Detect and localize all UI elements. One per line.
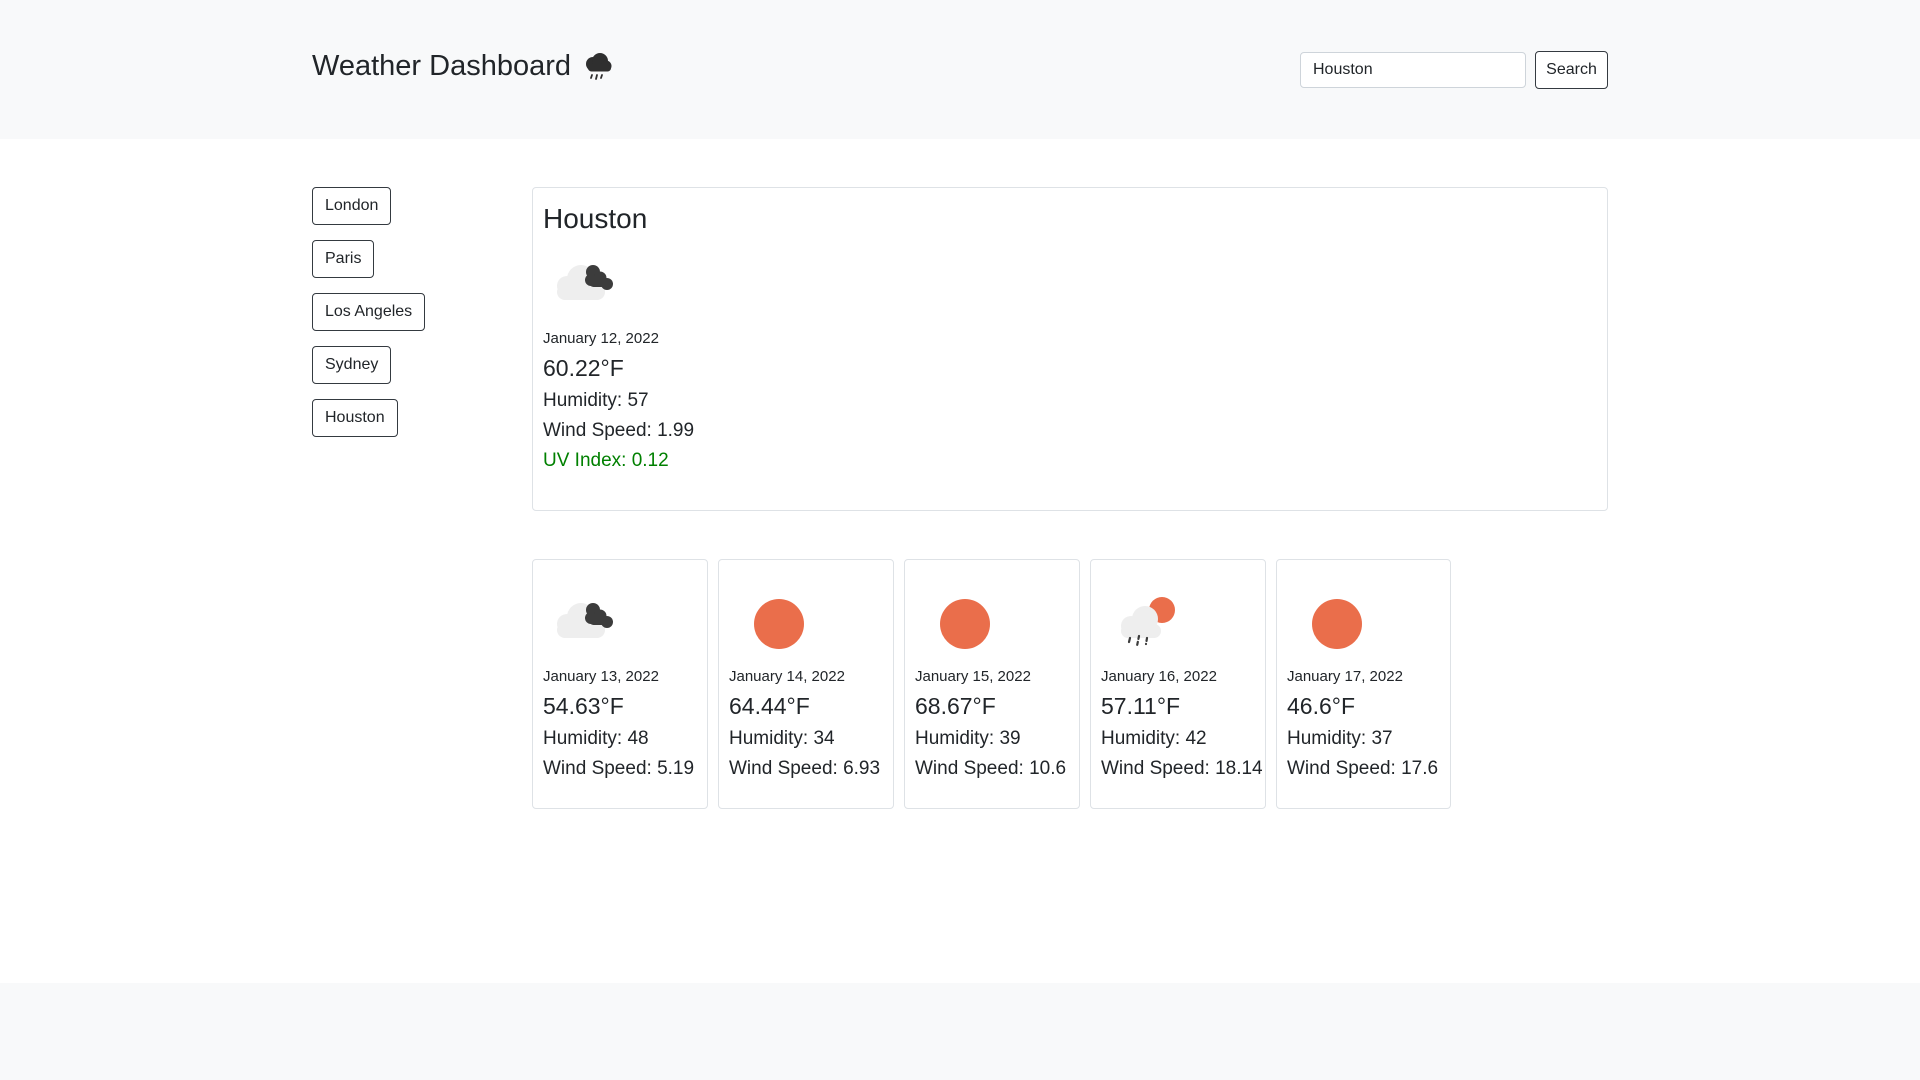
- forecast-temperature: 46.6°F: [1287, 693, 1356, 719]
- search-button[interactable]: Search: [1535, 51, 1608, 89]
- forecast-temperature: 64.44°F: [729, 693, 810, 719]
- current-temperature: 60.22°F: [543, 354, 624, 381]
- header-bar: Weather Dashboard Search: [0, 0, 1920, 139]
- sun-rain-icon: [1101, 584, 1191, 664]
- forecast-humidity: Humidity: 34: [729, 728, 835, 749]
- current-date: January 12, 2022: [543, 329, 659, 347]
- forecast-date: January 14, 2022: [729, 668, 845, 685]
- forecast-wind-speed: Wind Speed: 17.6: [1287, 758, 1439, 779]
- forecast-card: January 14, 2022 64.44°F Humidity: 34 Wi…: [718, 559, 894, 809]
- forecast-temperature: 54.63°F: [543, 693, 624, 719]
- broken-clouds-icon: [543, 246, 633, 326]
- current-weather-card: Houston January 12, 2022 60.22°F Humidit…: [532, 187, 1608, 511]
- forecast-temperature: 57.11°F: [1101, 693, 1181, 719]
- forecast-card: January 15, 2022 68.67°F Humidity: 39 Wi…: [904, 559, 1080, 809]
- current-humidity: Humidity: 57: [543, 389, 649, 411]
- broken-clouds-icon: [543, 584, 633, 664]
- forecast-date: January 17, 2022: [1287, 668, 1403, 685]
- forecast-wind-speed: Wind Speed: 18.14: [1101, 758, 1263, 779]
- history-button-sydney[interactable]: Sydney: [312, 346, 392, 384]
- forecast-date: January 13, 2022: [543, 668, 659, 685]
- forecast-card: January 17, 2022 46.6°F Humidity: 37 Win…: [1276, 559, 1451, 809]
- forecast-date: January 15, 2022: [915, 668, 1031, 685]
- clear-sun-icon: [915, 584, 1005, 664]
- app-title: Weather Dashboard: [312, 48, 615, 84]
- history-button-houston[interactable]: Houston: [312, 399, 398, 437]
- forecast-humidity: Humidity: 39: [915, 728, 1021, 749]
- history-button-paris[interactable]: Paris: [312, 240, 375, 278]
- current-wind-speed: Wind Speed: 1.99: [543, 419, 695, 441]
- app-title-text: Weather Dashboard: [312, 49, 572, 82]
- footer-bar: [0, 983, 1920, 1080]
- clear-sun-icon: [1287, 584, 1377, 664]
- current-uv-index: UV Index: 0.12: [543, 449, 669, 471]
- search-history: London Paris Los Angeles Sydney Houston: [312, 187, 426, 452]
- five-day-forecast: January 13, 2022 54.63°F Humidity: 48 Wi…: [532, 559, 1451, 809]
- forecast-date: January 16, 2022: [1101, 668, 1217, 685]
- forecast-wind-speed: Wind Speed: 10.6: [915, 758, 1067, 779]
- rain-cloud-icon: [579, 48, 615, 84]
- search-input[interactable]: [1300, 52, 1526, 88]
- forecast-card: January 16, 2022 57.11°F Humidity: 42 Wi…: [1090, 559, 1266, 809]
- clear-sun-icon: [729, 584, 819, 664]
- history-button-london[interactable]: London: [312, 187, 392, 225]
- forecast-humidity: Humidity: 37: [1287, 728, 1393, 749]
- forecast-humidity: Humidity: 42: [1101, 728, 1207, 749]
- forecast-humidity: Humidity: 48: [543, 728, 649, 749]
- forecast-wind-speed: Wind Speed: 5.19: [543, 758, 695, 779]
- forecast-temperature: 68.67°F: [915, 693, 996, 719]
- current-city-name: Houston: [543, 203, 648, 234]
- history-button-los-angeles[interactable]: Los Angeles: [312, 293, 426, 331]
- forecast-card: January 13, 2022 54.63°F Humidity: 48 Wi…: [532, 559, 708, 809]
- forecast-wind-speed: Wind Speed: 6.93: [729, 758, 881, 779]
